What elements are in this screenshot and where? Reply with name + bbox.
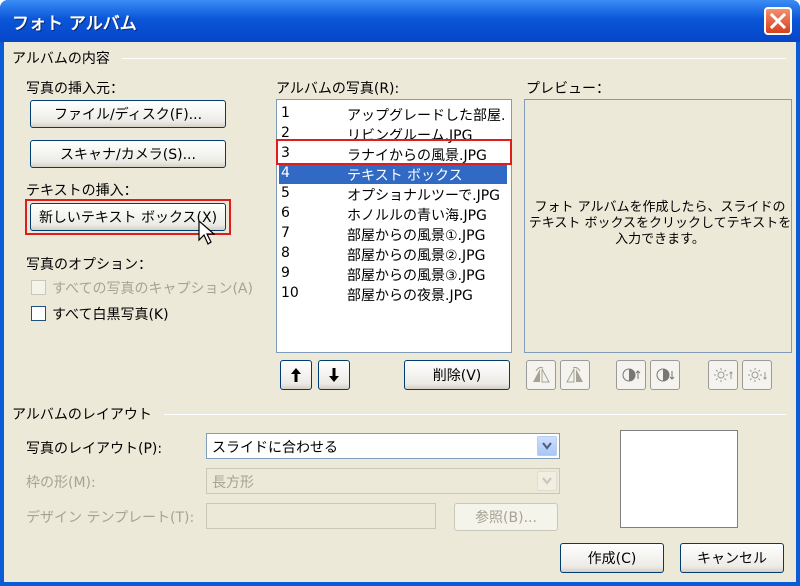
layout-group-title: アルバムのレイアウト [12,407,152,423]
preview-message-line1: フォト アルバムを作成したら、スライドの [534,200,786,215]
list-item-name: アップグレードした部屋. [347,108,506,124]
dialog-body: アルバムの内容 写真の挿入元： ファイル/ディスク(F)... スキャナ/カメラ… [4,42,796,582]
contrast-up-icon [622,368,641,382]
frame-shape-label: 枠の形(M): [26,475,96,491]
list-item[interactable]: 9 部屋からの風景③.JPG [279,264,507,284]
rotate-left-button[interactable] [526,360,556,390]
album-photos-label: アルバムの写真(R): [276,81,400,97]
brightness-down-button[interactable] [742,360,772,390]
list-item-name: オプショナルツーで.JPG [347,188,501,204]
preview-message-line3: 入力できます。 [615,232,705,247]
contrast-down-button[interactable] [650,360,680,390]
picture-layout-dropdown-button[interactable] [537,436,557,456]
contrast-up-button[interactable] [616,360,646,390]
create-button[interactable]: 作成(C) [560,543,664,573]
captions-label: すべての写真のキャプション(A) [52,281,253,297]
arrow-up-icon [291,368,301,382]
rotate-left-icon [533,366,550,383]
browse-button[interactable]: 参照(B)... [454,503,558,531]
black-white-checkbox[interactable] [31,306,46,321]
design-template-field[interactable] [206,503,436,529]
list-item[interactable]: 1 アップグレードした部屋. [279,104,507,124]
chevron-down-icon [542,442,552,450]
list-item-number: 5 [281,185,290,201]
list-item-number: 6 [281,205,290,221]
list-item-number: 4 [281,165,290,181]
text-insert-label: テキストの挿入： [26,183,138,199]
content-group-title: アルバムの内容 [12,51,110,67]
list-item-name: 部屋からの風景③.JPG [347,268,486,284]
brightness-up-button[interactable] [708,360,738,390]
list-item-number: 10 [281,285,299,301]
picture-layout-value: スライドに合わせる [212,440,338,456]
scanner-camera-button[interactable]: スキャナ/カメラ(S)... [30,140,226,168]
list-item-name: ホノルルの青い海.JPG [347,208,487,224]
list-item-number: 9 [281,265,290,281]
list-item[interactable]: 6 ホノルルの青い海.JPG [279,204,507,224]
list-item-name: 部屋からの風景①.JPG [347,228,486,244]
rotate-right-icon [566,366,583,383]
file-disk-button[interactable]: ファイル/ディスク(F)... [30,100,226,128]
preview-pane: フォト アルバムを作成したら、スライドの テキスト ボックスをクリックしてテキス… [524,99,792,353]
picture-layout-select[interactable]: スライドに合わせる [206,433,560,459]
preview-label: プレビュー： [526,81,610,97]
layout-group-divider [164,414,786,415]
frame-shape-value: 長方形 [212,475,254,491]
content-group-divider [122,58,786,59]
layout-preview-thumbnail [620,430,738,528]
mouse-cursor-icon [198,220,216,245]
contrast-down-icon [656,368,675,382]
title-bar[interactable]: フォト アルバム [0,0,800,42]
list-item-number: 8 [281,245,290,261]
cancel-button[interactable]: キャンセル [680,543,784,573]
photo-album-dialog: フォト アルバム アルバムの内容 写真の挿入元： ファイル/ディスク(F)...… [0,0,800,586]
list-item-selected[interactable]: 4 テキスト ボックス [279,164,507,184]
list-item-name: 部屋からの風景②.JPG [347,248,486,264]
captions-checkbox[interactable] [31,280,46,295]
frame-shape-select[interactable]: 長方形 [206,468,560,494]
list-item-name: 部屋からの夜景.JPG [347,288,473,304]
frame-shape-dropdown-button[interactable] [537,471,557,491]
list-item[interactable]: 5 オプショナルツーで.JPG [279,184,507,204]
highlight-list-item-3 [276,139,512,165]
list-item-number: 7 [281,225,290,241]
move-down-button[interactable] [318,360,350,390]
black-white-label: すべて白黒写真(K) [52,307,169,323]
list-item-name: テキスト ボックス [347,168,463,184]
brightness-up-icon [714,368,733,382]
window-title: フォト アルバム [12,14,137,34]
list-item[interactable]: 10 部屋からの夜景.JPG [279,284,507,304]
chevron-down-icon [542,477,552,485]
list-item[interactable]: 8 部屋からの風景②.JPG [279,244,507,264]
delete-button[interactable]: 削除(V) [404,360,510,390]
insert-from-label: 写真の挿入元： [26,81,124,97]
preview-message-line2: テキスト ボックスをクリックしてテキストを [528,216,792,231]
move-up-button[interactable] [280,360,312,390]
arrow-down-icon [329,368,339,382]
photo-options-label: 写真のオプション： [26,257,152,273]
list-item-number: 1 [281,105,290,121]
design-template-label: デザイン テンプレート(T): [26,510,195,526]
picture-layout-label: 写真のレイアウト(P): [26,441,163,457]
list-item[interactable]: 7 部屋からの風景①.JPG [279,224,507,244]
album-photos-listbox[interactable]: 1 アップグレードした部屋. 2 リビングルーム.JPG 3 ラナイからの風景.… [276,99,512,353]
rotate-right-button[interactable] [560,360,590,390]
close-button[interactable] [764,7,792,35]
close-icon [769,12,787,30]
brightness-down-icon [748,368,767,382]
